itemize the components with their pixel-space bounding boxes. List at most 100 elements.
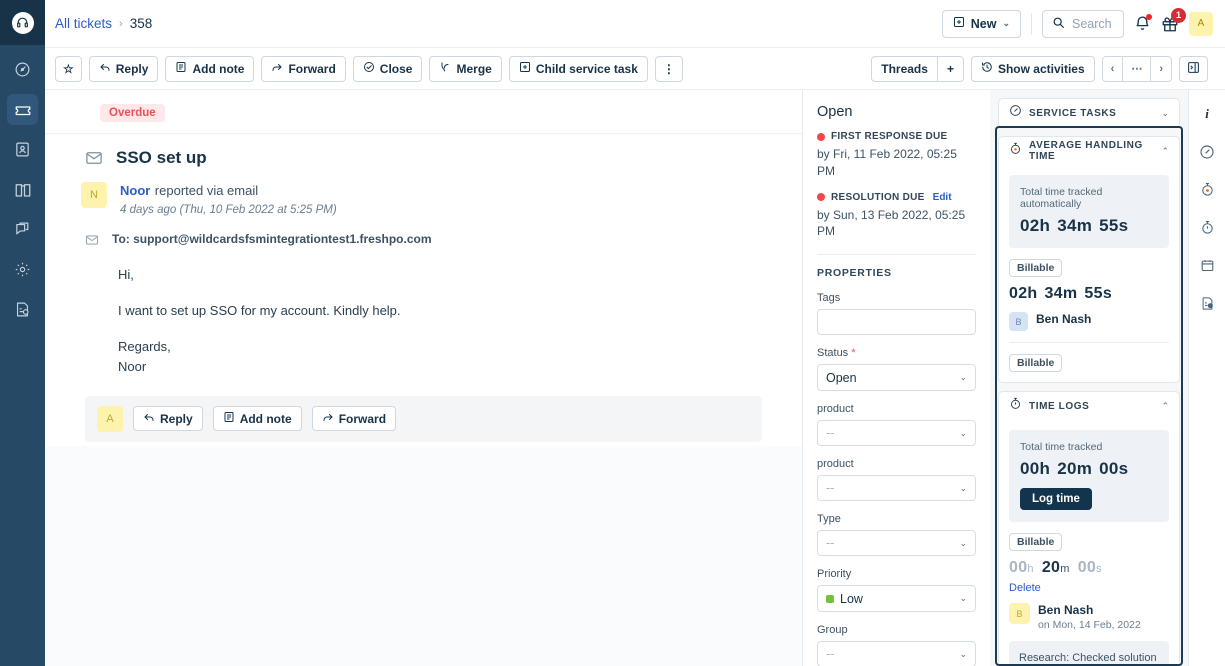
recipient-address: To: support@wildcardsfsmintegrationtest1… [112, 232, 432, 246]
show-activities-label: Show activities [997, 61, 1085, 76]
sidebar-item-solutions[interactable] [7, 174, 38, 205]
ticket-position-button[interactable]: ⋯ [1122, 55, 1152, 82]
note-icon [223, 411, 235, 426]
forward-button[interactable]: Forward [261, 55, 346, 82]
log-time-button[interactable]: Log time [1020, 488, 1092, 510]
close-ticket-button[interactable]: Close [352, 55, 423, 82]
status-select[interactable]: Open ⌄ [817, 364, 976, 392]
stopwatch-icon [1009, 397, 1022, 415]
time-logs-header[interactable]: TIME LOGS ⌃ [999, 392, 1179, 420]
star-button[interactable]: ☆ [55, 55, 82, 82]
sidebar-item-dashboard[interactable] [7, 54, 38, 85]
show-activities-button[interactable]: Show activities [970, 55, 1095, 82]
field-group: Group -- ⌄ [817, 624, 976, 666]
type-select[interactable]: -- ⌄ [817, 530, 976, 557]
ticket-status-heading: Open [817, 104, 853, 120]
priority-color-dot-icon [826, 594, 834, 603]
breadcrumb-separator: › [119, 17, 123, 30]
chevron-up-icon[interactable]: ⌃ [1161, 146, 1169, 157]
breadcrumb-all-tickets[interactable]: All tickets [55, 16, 112, 31]
toggle-side-panel-button[interactable] [1179, 55, 1208, 82]
notifications-button[interactable] [1134, 14, 1152, 32]
info-icon[interactable]: i [1194, 100, 1221, 127]
add-note-button[interactable]: Add note [165, 55, 255, 82]
merge-button[interactable]: Merge [429, 55, 502, 82]
product-value-2: -- [826, 481, 835, 496]
aht-agent-name: Ben Nash [1036, 312, 1092, 326]
edit-resolution-due-link[interactable]: Edit [933, 192, 952, 203]
prev-ticket-button[interactable]: ‹ [1101, 55, 1124, 82]
plus-icon: + [946, 61, 954, 76]
priority-select[interactable]: Low ⌄ [817, 585, 976, 613]
more-actions-button[interactable]: ⋮ [654, 55, 683, 82]
quick-add-note-button[interactable]: Add note [212, 406, 302, 432]
sidebar-item-contacts[interactable] [7, 134, 38, 165]
message-signature: Noor [118, 359, 147, 375]
sidebar-item-reports[interactable] [7, 294, 38, 325]
ticket-properties-pane: Open FIRST RESPONSE DUE by Fri, 11 Feb 2… [802, 90, 990, 666]
stopwatch-icon[interactable] [1194, 214, 1221, 241]
threads-button[interactable]: Threads [871, 55, 938, 82]
service-tasks-icon[interactable] [1194, 138, 1221, 165]
headset-icon [11, 11, 34, 34]
priority-value-wrap: Low [826, 592, 959, 606]
reply-button[interactable]: Reply [88, 55, 159, 82]
user-avatar[interactable]: A [1189, 11, 1213, 36]
chevron-down-icon: ⌄ [959, 593, 967, 604]
chevron-down-icon[interactable]: ⌄ [1161, 108, 1169, 119]
first-response-due-block: FIRST RESPONSE DUE by Fri, 11 Feb 2022, … [817, 131, 976, 180]
service-tasks-icon [1009, 104, 1022, 122]
delete-time-log-link[interactable]: Delete [1009, 582, 1169, 594]
forward-button-label: Forward [288, 61, 336, 76]
status-label-text: Status [817, 347, 849, 360]
sidebar-item-tickets[interactable] [7, 94, 38, 125]
requester-name-link[interactable]: Noor [120, 183, 150, 198]
next-ticket-button[interactable]: › [1150, 55, 1172, 82]
time-log-note: Research: Checked solution articles. [1009, 641, 1169, 666]
product-select-1[interactable]: -- ⌄ [817, 420, 976, 447]
chevron-down-icon: ⌄ [959, 537, 967, 548]
main-column: All tickets › 358 New ⌄ Search 1 A ☆ Rep… [45, 0, 1225, 666]
kebab-menu-icon: ⋮ [662, 61, 675, 76]
new-button-label: New [970, 16, 997, 31]
group-value: -- [826, 647, 835, 662]
child-service-task-button[interactable]: Child service task [508, 55, 648, 82]
overdue-dot-icon [817, 132, 825, 141]
quick-reply-button[interactable]: Reply [133, 406, 203, 432]
add-note-button-label: Add note [192, 61, 245, 76]
properties-divider [817, 254, 976, 256]
time-log-agent-row: B Ben Nash on Mon, 14 Feb, 2022 [1009, 603, 1169, 631]
child-service-task-label: Child service task [535, 61, 638, 76]
sidebar-item-admin[interactable] [7, 254, 38, 285]
aht-entry-seconds: 55s [1084, 285, 1113, 302]
first-response-due-header: FIRST RESPONSE DUE [817, 131, 976, 142]
gift-button[interactable]: 1 [1161, 7, 1186, 33]
new-button[interactable]: New ⌄ [941, 9, 1021, 38]
chevron-up-icon[interactable]: ⌃ [1161, 401, 1169, 412]
time-log-date: on Mon, 14 Feb, 2022 [1038, 619, 1141, 631]
aht-header[interactable]: AVERAGE HANDLING TIME ⌃ [999, 137, 1179, 165]
tags-input[interactable] [817, 309, 976, 336]
calendar-icon[interactable] [1194, 252, 1221, 279]
reply-arrow-icon [99, 61, 111, 76]
breadcrumb-ticket-id: 358 [129, 16, 153, 31]
left-navigation-rail [0, 0, 45, 666]
quick-forward-button[interactable]: Forward [311, 406, 397, 432]
service-tasks-header[interactable]: SERVICE TASKS ⌄ [999, 99, 1179, 127]
field-label: Priority [817, 568, 852, 581]
time-log-seconds-unit: s [1096, 563, 1102, 575]
product-select-2[interactable]: -- ⌄ [817, 475, 976, 502]
reports-icon[interactable] [1194, 290, 1221, 317]
threads-group: Threads + [871, 55, 964, 82]
group-select[interactable]: -- ⌄ [817, 641, 976, 666]
search-input[interactable]: Search [1042, 9, 1124, 38]
app-logo[interactable] [0, 0, 45, 45]
sidebar-item-forums[interactable] [7, 214, 38, 245]
add-thread-button[interactable]: + [936, 55, 964, 82]
field-label: Tags [817, 292, 841, 305]
search-icon [1052, 16, 1065, 32]
stopwatch-orange-icon[interactable] [1194, 176, 1221, 203]
agent-avatar: B [1009, 312, 1028, 331]
time-logs-title: TIME LOGS [1029, 400, 1090, 412]
aht-entry: Billable 02h 34m 55s B Ben Nash [1009, 248, 1169, 331]
